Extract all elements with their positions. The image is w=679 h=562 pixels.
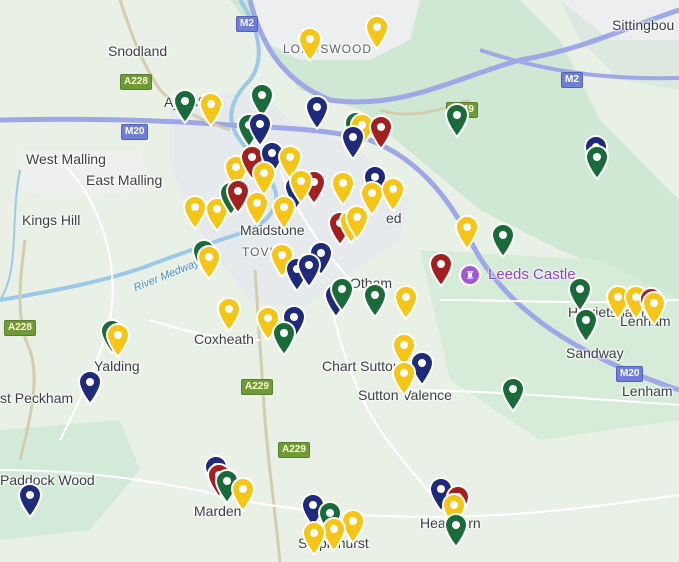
map-marker-green[interactable]	[500, 376, 526, 412]
map-marker-yellow[interactable]	[271, 194, 297, 230]
map-marker-red[interactable]	[368, 114, 394, 150]
map-pin-icon	[17, 483, 43, 518]
map-pin-icon	[271, 321, 297, 356]
map-pin-icon	[500, 377, 526, 412]
castle-icon[interactable]: ♜	[459, 264, 481, 286]
map-marker-yellow[interactable]	[297, 26, 323, 62]
map-marker-yellow[interactable]	[198, 91, 224, 127]
place-paddock-wood: Paddock Wood	[0, 472, 95, 488]
map-marker-yellow[interactable]	[216, 296, 242, 332]
place-east-peckham: st Peckham	[0, 390, 74, 406]
place-lenham: Lenham	[622, 383, 673, 399]
map-marker-yellow[interactable]	[196, 244, 222, 280]
place-chart-sutton: Chart Sutton	[322, 358, 401, 374]
road-shield-a229-mid: A229	[241, 379, 273, 395]
map-marker-yellow[interactable]	[454, 214, 480, 250]
map-pin-icon	[304, 95, 330, 130]
poi-leeds-castle-label[interactable]: Leeds Castle	[488, 266, 576, 283]
map-pin-icon	[391, 361, 417, 396]
map-pin-icon	[244, 191, 270, 226]
map-pin-icon	[271, 195, 297, 230]
map-marker-navy[interactable]	[296, 252, 322, 288]
map-marker-navy[interactable]	[17, 482, 43, 518]
map-pin-icon	[330, 171, 356, 206]
map-pin-icon	[329, 277, 355, 312]
map-marker-green[interactable]	[443, 512, 469, 548]
map-pin-icon	[443, 513, 469, 548]
map-pin-icon	[297, 27, 323, 62]
map-pin-icon	[380, 177, 406, 212]
map-canvas[interactable]: Snodland Aylesford West Malling East Mal…	[0, 0, 679, 562]
map-pin-icon	[444, 103, 470, 138]
road-shield-a229-low: A229	[278, 442, 310, 458]
map-pin-icon	[573, 308, 599, 343]
map-pin-icon	[296, 253, 322, 288]
map-marker-yellow[interactable]	[105, 322, 131, 358]
map-marker-yellow[interactable]	[330, 170, 356, 206]
map-marker-yellow[interactable]	[364, 14, 390, 50]
map-marker-green[interactable]	[444, 102, 470, 138]
map-pin-icon	[344, 205, 370, 240]
place-coxheath: Coxheath	[194, 331, 254, 347]
map-marker-yellow[interactable]	[393, 284, 419, 320]
map-pin-icon	[230, 477, 256, 512]
map-pin-icon	[216, 297, 242, 332]
map-pin-icon	[428, 252, 454, 287]
map-marker-yellow[interactable]	[391, 360, 417, 396]
map-marker-yellow[interactable]	[301, 520, 327, 556]
place-kings-hill: Kings Hill	[22, 212, 81, 228]
map-pin-icon	[172, 89, 198, 124]
road-shield-a228-top: A228	[120, 74, 152, 90]
place-sandway: Sandway	[566, 345, 624, 361]
road-shield-m2-right: M2	[561, 72, 583, 88]
map-pin-icon	[198, 92, 224, 127]
map-pin-icon	[340, 125, 366, 160]
map-marker-yellow[interactable]	[230, 476, 256, 512]
map-pin-icon	[368, 115, 394, 150]
map-pin-icon	[641, 291, 667, 326]
place-sittingbourne: Sittingbou	[612, 17, 675, 33]
map-marker-green[interactable]	[573, 307, 599, 343]
map-marker-yellow[interactable]	[344, 204, 370, 240]
map-marker-green[interactable]	[362, 282, 388, 318]
map-pin-icon	[393, 285, 419, 320]
place-snodland: Snodland	[108, 43, 168, 59]
map-pin-icon	[362, 283, 388, 318]
map-marker-navy[interactable]	[340, 124, 366, 160]
place-east-malling: East Malling	[86, 172, 163, 188]
place-bearsted: ed	[386, 210, 402, 226]
map-marker-yellow[interactable]	[380, 176, 406, 212]
map-pin-icon	[196, 245, 222, 280]
map-pin-icon	[77, 370, 103, 405]
map-marker-navy[interactable]	[304, 94, 330, 130]
map-pin-icon	[454, 215, 480, 250]
road-shield-m2-top: M2	[236, 16, 258, 32]
place-west-malling: West Malling	[26, 151, 106, 167]
map-marker-green[interactable]	[329, 276, 355, 312]
map-marker-green[interactable]	[172, 88, 198, 124]
map-marker-green[interactable]	[490, 222, 516, 258]
road-shield-m20-right: M20	[616, 366, 644, 382]
map-marker-green[interactable]	[271, 320, 297, 356]
map-marker-red[interactable]	[428, 251, 454, 287]
map-marker-green[interactable]	[584, 144, 610, 180]
road-shield-a228-left: A228	[4, 320, 36, 336]
map-pin-icon	[301, 521, 327, 556]
map-pin-icon	[364, 15, 390, 50]
map-pin-icon	[584, 145, 610, 180]
map-marker-yellow[interactable]	[641, 290, 667, 326]
map-marker-yellow[interactable]	[244, 190, 270, 226]
map-pin-icon	[490, 223, 516, 258]
map-pin-icon	[105, 323, 131, 358]
map-marker-navy[interactable]	[77, 369, 103, 405]
road-shield-m20-left: M20	[121, 124, 149, 140]
